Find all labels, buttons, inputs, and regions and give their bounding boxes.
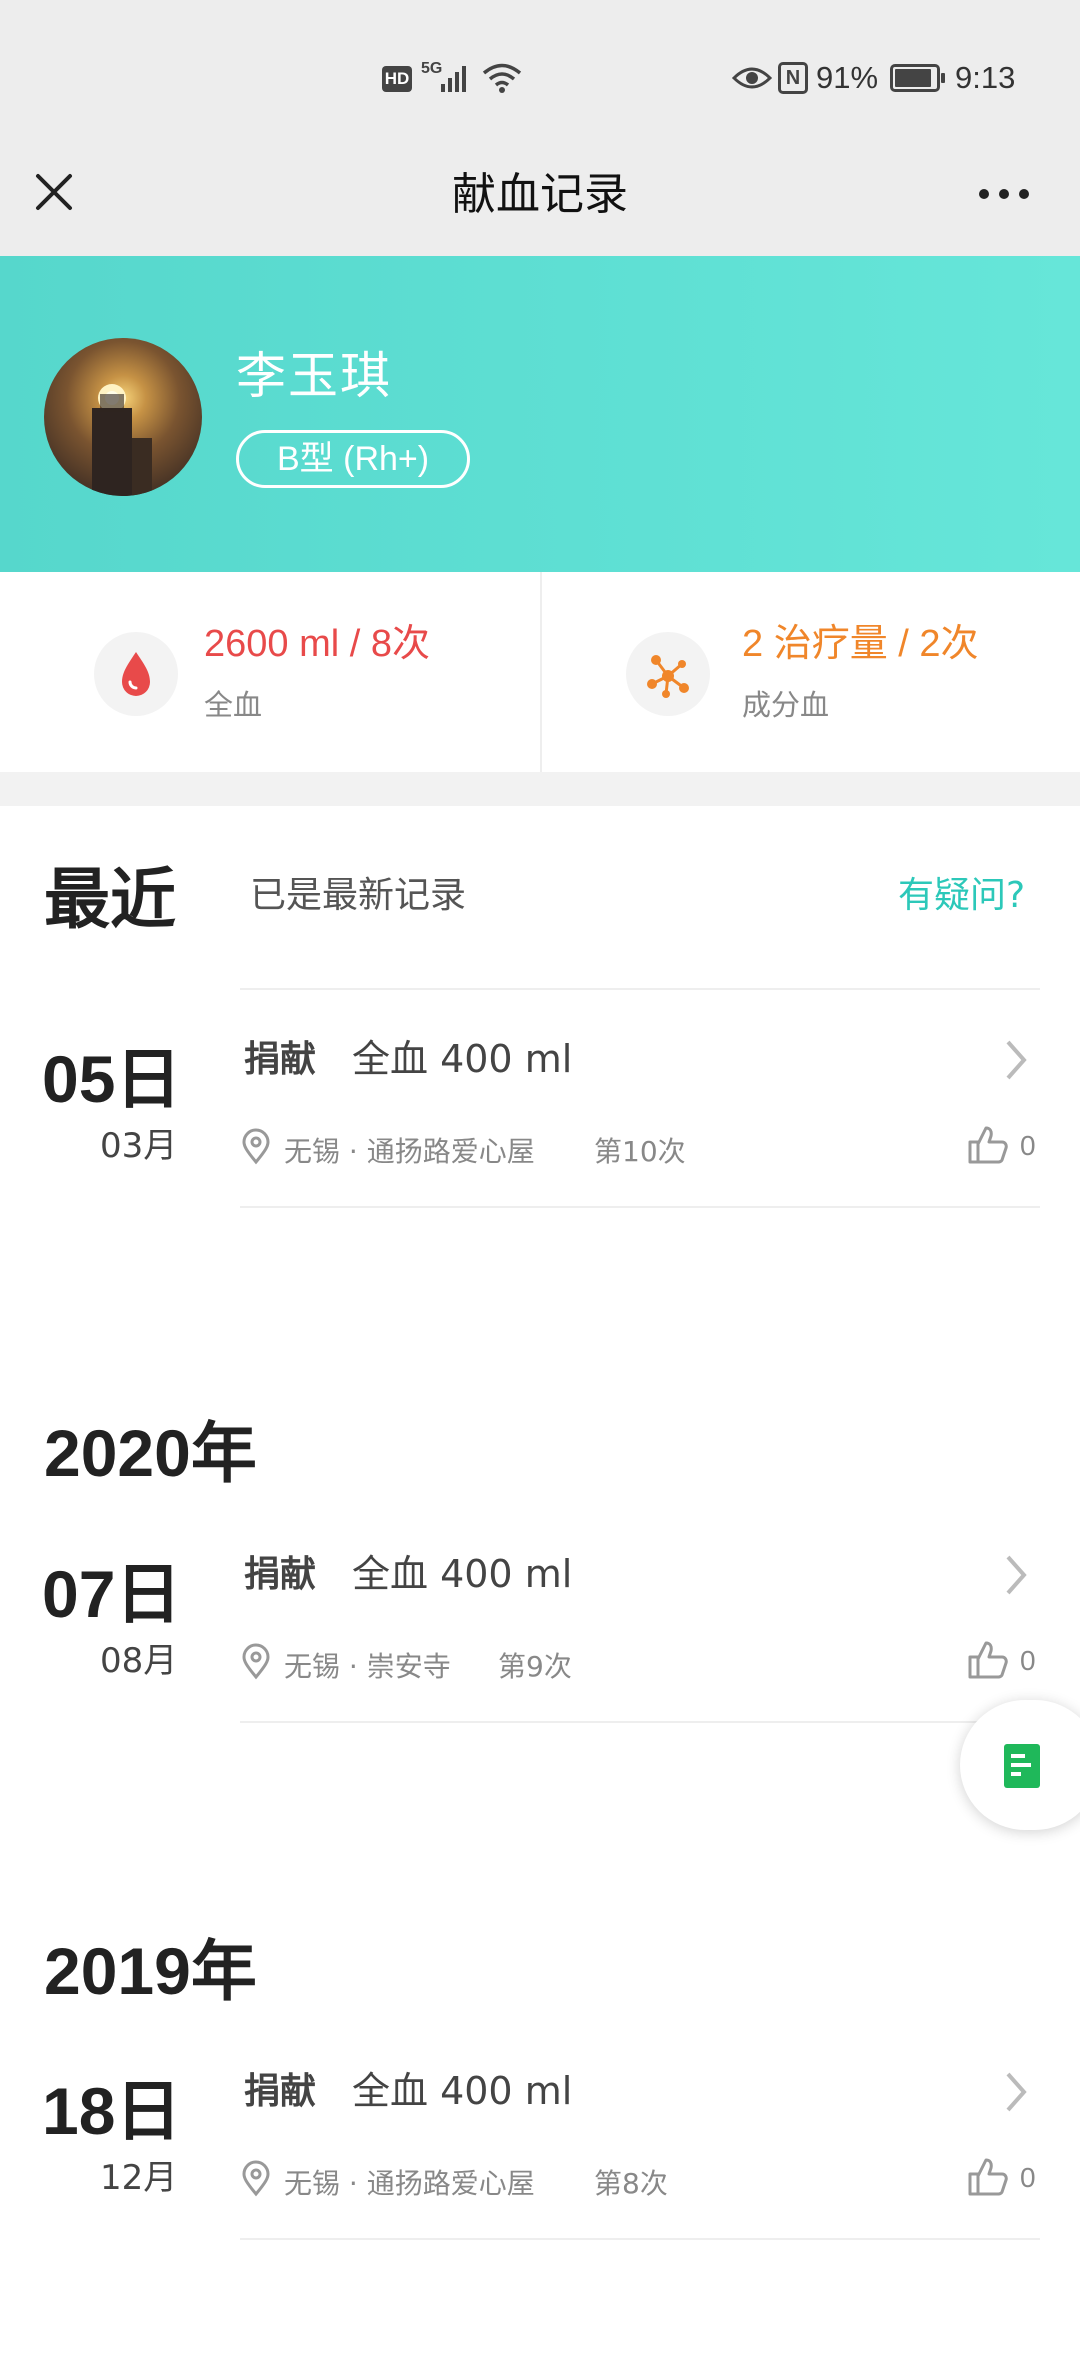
blood-drop-icon <box>122 652 150 696</box>
divider <box>240 1206 1040 1208</box>
chevron-right-icon[interactable] <box>1004 1553 1028 1597</box>
stats-panel: 2600 ml / 8次 全血 2 治疗量 / 2次 成分血 <box>0 572 1080 772</box>
more-icon[interactable] <box>976 186 1032 202</box>
record-month: 03月 <box>100 1126 178 1166</box>
wifi-icon <box>482 63 522 93</box>
page-title: 献血记录 <box>452 169 628 220</box>
record-amount: 全血 400 ml <box>352 1552 573 1596</box>
question-link[interactable]: 有疑问? <box>898 866 1025 918</box>
chevron-right-icon[interactable] <box>1004 2070 1028 2114</box>
record-day: 05日 <box>42 1042 182 1116</box>
record-amount: 全血 400 ml <box>352 1037 573 1081</box>
thumbs-up-icon[interactable] <box>966 2154 1010 2198</box>
divider <box>240 2238 1040 2240</box>
record-type: 捐献 <box>244 1039 317 1080</box>
blood-type-badge: B型 (Rh+) <box>236 430 471 488</box>
status-bar: HD 5G N 91% 9:13 <box>0 0 1080 150</box>
floating-document-button[interactable] <box>960 1700 1080 1830</box>
record-count: 第10次 <box>594 1135 686 1168</box>
year-heading: 2020年 <box>44 1416 257 1490</box>
record-item[interactable]: 18日 12月 捐献 全血 400 ml 无锡 · 通扬路爱心屋 第8次 0 <box>0 2022 1080 2240</box>
component-blood-value: 2 治疗量 / 2次 <box>742 623 979 665</box>
section-gap <box>0 772 1080 806</box>
record-month: 08月 <box>100 1641 178 1681</box>
stats-divider <box>540 572 542 772</box>
battery-tip <box>941 73 945 83</box>
record-location: 无锡 · 崇安寺 <box>284 1650 451 1683</box>
record-day: 07日 <box>42 1557 182 1631</box>
avatar-image <box>92 384 152 496</box>
battery-icon <box>890 64 940 92</box>
whole-blood-label: 全血 <box>204 688 263 722</box>
location-pin-icon <box>242 2160 270 2197</box>
record-count: 第9次 <box>498 1650 572 1683</box>
user-name: 李玉琪 <box>236 347 392 405</box>
nfc-icon: N <box>778 62 808 94</box>
record-type: 捐献 <box>244 1554 317 1595</box>
like-count: 0 <box>1020 1130 1036 1161</box>
latest-title: 最近 <box>44 862 176 936</box>
whole-blood-icon-wrap <box>94 632 178 716</box>
record-type: 捐献 <box>244 2071 317 2112</box>
whole-blood-value: 2600 ml / 8次 <box>204 623 430 665</box>
molecule-icon <box>647 655 689 698</box>
year-heading: 2019年 <box>44 1934 257 2008</box>
profile-header: 李玉琪 B型 (Rh+) <box>0 256 1080 572</box>
record-location: 无锡 · 通扬路爱心屋 <box>284 2167 535 2200</box>
hd-icon: HD <box>382 66 412 92</box>
network-label: HD <box>384 69 410 88</box>
thumbs-up-icon[interactable] <box>966 1637 1010 1681</box>
record-location: 无锡 · 通扬路爱心屋 <box>284 1135 535 1168</box>
record-item[interactable]: 07日 08月 捐献 全血 400 ml 无锡 · 崇安寺 第9次 0 <box>0 1505 1080 1723</box>
like-count: 0 <box>1020 2162 1036 2193</box>
time: 9:13 <box>955 60 1016 95</box>
like-count: 0 <box>1020 1645 1036 1676</box>
signal-icon <box>441 66 466 92</box>
chevron-right-icon[interactable] <box>1004 1038 1028 1082</box>
document-icon <box>1004 1744 1040 1788</box>
location-pin-icon <box>242 1128 270 1165</box>
avatar[interactable] <box>44 338 202 496</box>
component-blood-icon-wrap <box>626 632 710 716</box>
component-blood-label: 成分血 <box>742 688 830 722</box>
record-day: 18日 <box>42 2074 182 2148</box>
divider <box>240 1721 1040 1723</box>
location-pin-icon <box>242 1643 270 1680</box>
record-month: 12月 <box>100 2158 178 2198</box>
thumbs-up-icon[interactable] <box>966 1122 1010 1166</box>
latest-status: 已是最新记录 <box>250 875 467 916</box>
eye-icon <box>732 67 772 89</box>
battery-percent: 91% <box>816 60 879 95</box>
record-amount: 全血 400 ml <box>352 2069 573 2113</box>
nav-bar: 献血记录 <box>0 150 1080 256</box>
record-item[interactable]: 05日 03月 捐献 全血 400 ml 无锡 · 通扬路爱心屋 第10次 0 <box>0 990 1080 1208</box>
record-count: 第8次 <box>594 2167 668 2200</box>
